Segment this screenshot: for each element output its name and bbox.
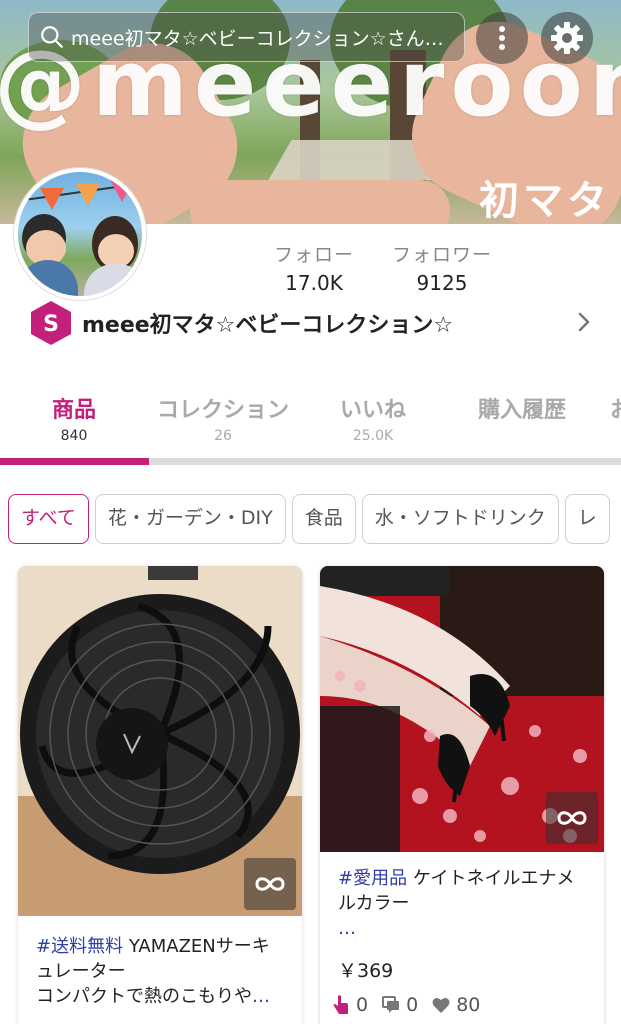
- product-title-line2: ルカラー: [338, 893, 410, 914]
- likes-stat[interactable]: 80: [432, 994, 480, 1016]
- pointer-icon: [333, 995, 348, 1014]
- tab-purchase-history[interactable]: 購入履歴: [468, 392, 576, 424]
- product-title-line2: ュレーター: [36, 961, 126, 982]
- tab-indicator: [0, 458, 149, 465]
- category-chips: すべて 花・ガーデン・DIY 食品 水・ソフトドリンクレ: [8, 494, 621, 546]
- product-photo: [320, 566, 604, 852]
- tab-count: 26: [214, 428, 232, 444]
- cover-watermark-jp: 初マタ: [479, 178, 611, 224]
- product-card[interactable]: #愛用品 ケイトネイルエナメ ルカラー … ￥369 0 0 80: [320, 566, 604, 1024]
- product-tag-link[interactable]: #愛用品: [338, 868, 407, 889]
- shop-badge-icon: S: [31, 301, 71, 345]
- product-price: ￥369: [338, 960, 394, 982]
- search-icon: [41, 26, 63, 48]
- loop-icon: [557, 811, 587, 825]
- following-stat[interactable]: フォロー 17.0K: [264, 240, 364, 295]
- product-card[interactable]: #送料無料 YAMAZENサーキ ュレーター コンパクトで熱のこもりや…: [18, 566, 302, 1024]
- avatar[interactable]: [14, 168, 146, 300]
- profile-tabs: 商品 840 コレクション 26 いいね 25.0K 購入履歴 お: [0, 388, 621, 466]
- tab-more[interactable]: お: [610, 392, 621, 424]
- loop-badge: [546, 792, 598, 844]
- chip-water-soft-drink[interactable]: 水・ソフトドリンク: [361, 494, 559, 544]
- comments-count: 0: [406, 994, 419, 1016]
- tab-label: いいね: [339, 398, 406, 423]
- chevron-right-icon: [578, 312, 590, 332]
- product-more-link[interactable]: …: [338, 918, 356, 939]
- comment-icon: [382, 996, 400, 1013]
- gear-icon: [551, 22, 583, 54]
- shop-name: meee初マタ☆ベビーコレクション☆: [82, 313, 454, 338]
- tab-label: 商品: [51, 398, 96, 423]
- product-description: #愛用品 ケイトネイルエナメ ルカラー …: [338, 866, 590, 941]
- tab-count: 840: [60, 428, 88, 444]
- followers-count: 9125: [416, 271, 468, 295]
- followers-stat[interactable]: フォロワー 9125: [384, 240, 500, 295]
- search-bar[interactable]: meee初マタ☆ベビーコレクション☆さん…: [28, 12, 465, 62]
- tab-collections[interactable]: コレクション 26: [150, 392, 296, 444]
- product-title-line1: ケイトネイルエナメ: [407, 868, 575, 889]
- heart-icon: [432, 997, 450, 1013]
- chip-all[interactable]: すべて: [8, 494, 89, 544]
- tab-items[interactable]: 商品 840: [22, 392, 126, 444]
- loop-badge: [244, 858, 296, 910]
- comments-stat[interactable]: 0: [382, 994, 418, 1016]
- product-title-line1: YAMAZENサーキ: [123, 936, 270, 957]
- more-vertical-icon: [499, 26, 505, 50]
- clicks-stat[interactable]: 0: [332, 994, 368, 1016]
- following-label: フォロー: [273, 244, 354, 266]
- chip-food[interactable]: 食品: [291, 494, 356, 544]
- tab-count: 25.0K: [352, 428, 394, 444]
- product-reactions: 0 0 80: [332, 994, 494, 1016]
- chip-more[interactable]: レ: [564, 494, 610, 544]
- product-tag-link[interactable]: #送料無料: [36, 936, 123, 957]
- settings-button[interactable]: [541, 12, 593, 64]
- tab-likes[interactable]: いいね 25.0K: [318, 392, 428, 444]
- product-description: #送料無料 YAMAZENサーキ ュレーター コンパクトで熱のこもりや…: [36, 934, 288, 1009]
- more-options-button[interactable]: [476, 12, 528, 64]
- following-count: 17.0K: [285, 271, 343, 295]
- shop-name-row[interactable]: S meee初マタ☆ベビーコレクション☆: [30, 300, 600, 346]
- product-title-line3: コンパクトで熱のこもりや: [36, 986, 252, 1007]
- likes-count: 80: [456, 994, 481, 1016]
- shop-badge-letter: S: [43, 312, 59, 337]
- chip-garden-diy[interactable]: 花・ガーデン・DIY: [94, 494, 286, 544]
- product-photo: [18, 566, 302, 916]
- tab-label: お: [610, 392, 621, 424]
- search-text: meee初マタ☆ベビーコレクション☆さん…: [71, 27, 444, 50]
- product-more-link[interactable]: …: [252, 986, 270, 1007]
- followers-label: フォロワー: [391, 244, 492, 266]
- clicks-count: 0: [356, 994, 369, 1016]
- tab-label: 購入履歴: [477, 398, 566, 423]
- loop-icon: [255, 877, 285, 891]
- tab-label: コレクション: [156, 398, 289, 423]
